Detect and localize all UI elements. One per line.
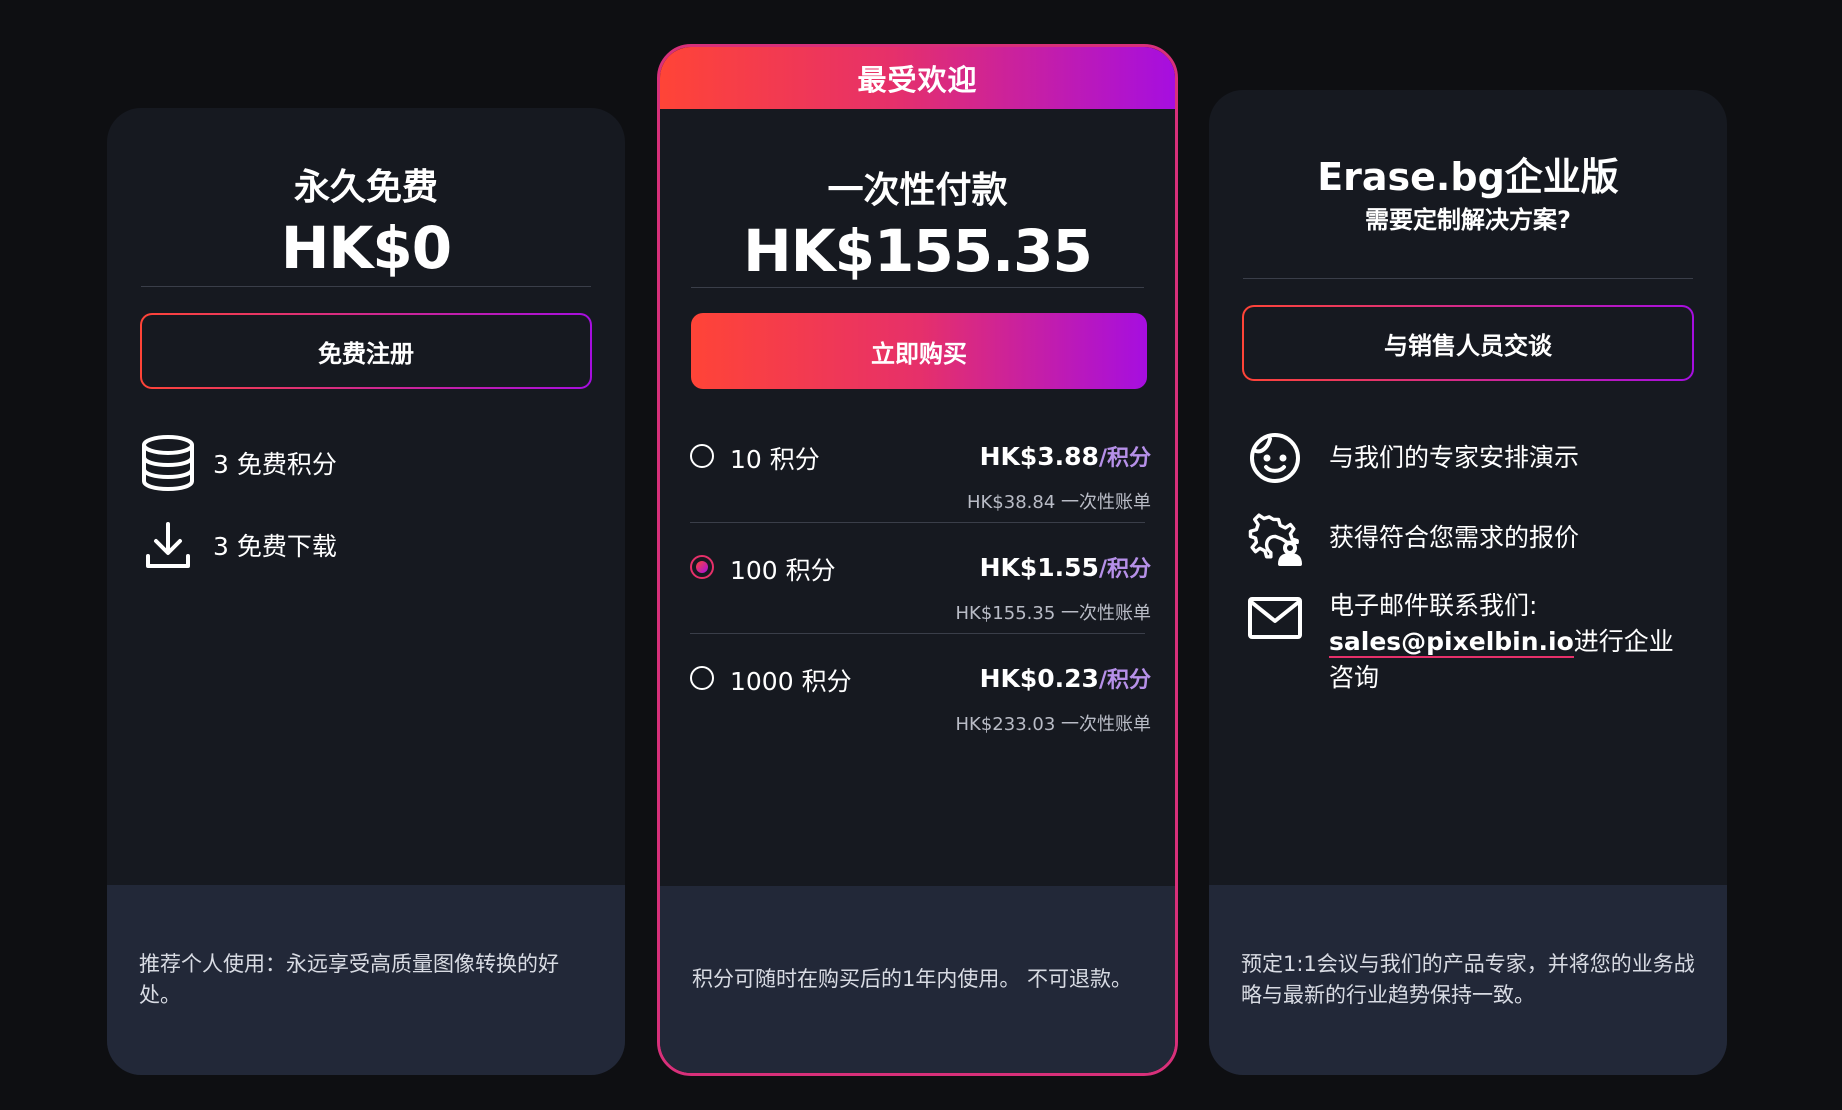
credit-option[interactable]: 1000 积分 HK$0.23/积分 HK$233.03 一次性账单 [690,652,1151,762]
buy-now-button[interactable]: 立即购买 [691,313,1147,389]
option-label: 100 积分 [730,556,836,585]
onetime-plan-card: 最受欢迎 一次性付款 HK$155.35 立即购买 10 积分 HK$3.88/… [657,44,1178,1076]
divider [141,286,591,287]
option-rate: HK$0.23/积分 [979,664,1151,693]
plan-name: 一次性付款 [827,170,1008,211]
email-link[interactable]: sales@pixelbin.io [1329,627,1574,658]
option-rate: HK$1.55/积分 [979,553,1151,582]
free-plan-card: 永久免费 HK$0 免费注册 3 免费积分 3 免费下载 推荐个人使用：永远享受… [107,108,625,1075]
divider [1243,278,1693,279]
plan-price: HK$155.35 [743,217,1093,285]
footer-text: 预定1:1会议与我们的产品专家，并将您的业务战略与最新的行业趋势保持一致。 [1241,952,1695,1007]
option-rate: HK$3.88/积分 [979,442,1151,471]
option-label: 10 积分 [730,445,820,474]
plan-footer: 推荐个人使用：永远享受高质量图像转换的好处。 [107,885,625,1075]
feature-item: 与我们的专家安排演示 [1247,430,1697,486]
free-signup-button[interactable]: 免费注册 [140,313,592,389]
radio-button[interactable] [690,666,714,690]
smiley-icon [1247,430,1303,486]
plan-name: Erase.bg企业版 [1317,155,1619,199]
feature-text: 3 免费下载 [213,532,337,561]
feature-item: 电子邮件联系我们: sales@pixelbin.io进行企业咨询 [1247,590,1697,710]
option-label: 1000 积分 [730,667,852,696]
feature-text: 获得符合您需求的报价 [1329,523,1580,552]
feature-item: 3 免费下载 [139,516,337,574]
enterprise-plan-card: Erase.bg企业版 需要定制解决方案? 与销售人员交谈 与我们的专家安排演示… [1209,90,1727,1075]
radio-button-selected[interactable] [690,555,714,579]
credit-option[interactable]: 10 积分 HK$3.88/积分 HK$38.84 一次性账单 [690,430,1151,540]
plan-subtitle: 需要定制解决方案? [1365,206,1571,234]
feature-item: 获得符合您需求的报价 [1247,510,1697,566]
plan-price: HK$0 [280,214,452,282]
email-contact-text: 电子邮件联系我们: sales@pixelbin.io进行企业咨询 [1329,588,1697,696]
feature-text: 3 免费积分 [213,450,337,479]
talk-to-sales-button[interactable]: 与销售人员交谈 [1242,305,1694,381]
option-total: HK$155.35 一次性账单 [955,603,1152,624]
option-total: HK$38.84 一次性账单 [966,492,1151,513]
credit-option[interactable]: 100 积分 HK$1.55/积分 HK$155.35 一次性账单 [690,541,1151,651]
plan-footer: 积分可随时在购买后的1年内使用。 不可退款。 [660,886,1175,1073]
download-icon [139,516,197,574]
plan-footer: 预定1:1会议与我们的产品专家，并将您的业务战略与最新的行业趋势保持一致。 [1209,885,1727,1075]
feature-item: 3 免费积分 [139,434,337,492]
footer-text: 推荐个人使用：永远享受高质量图像转换的好处。 [139,952,559,1007]
mail-icon [1247,590,1303,646]
plan-name: 永久免费 [293,167,438,208]
feature-text: 与我们的专家安排演示 [1329,443,1580,472]
email-prefix: 电子邮件联系我们: [1329,591,1538,620]
radio-button[interactable] [690,444,714,468]
footer-text: 积分可随时在购买后的1年内使用。 不可退款。 [692,967,1133,991]
divider [691,287,1144,288]
database-icon [139,434,197,492]
option-total: HK$233.03 一次性账单 [955,714,1152,735]
divider [690,633,1145,634]
divider [690,522,1145,523]
gear-user-icon [1247,510,1303,566]
popular-badge: 最受欢迎 [660,47,1175,109]
